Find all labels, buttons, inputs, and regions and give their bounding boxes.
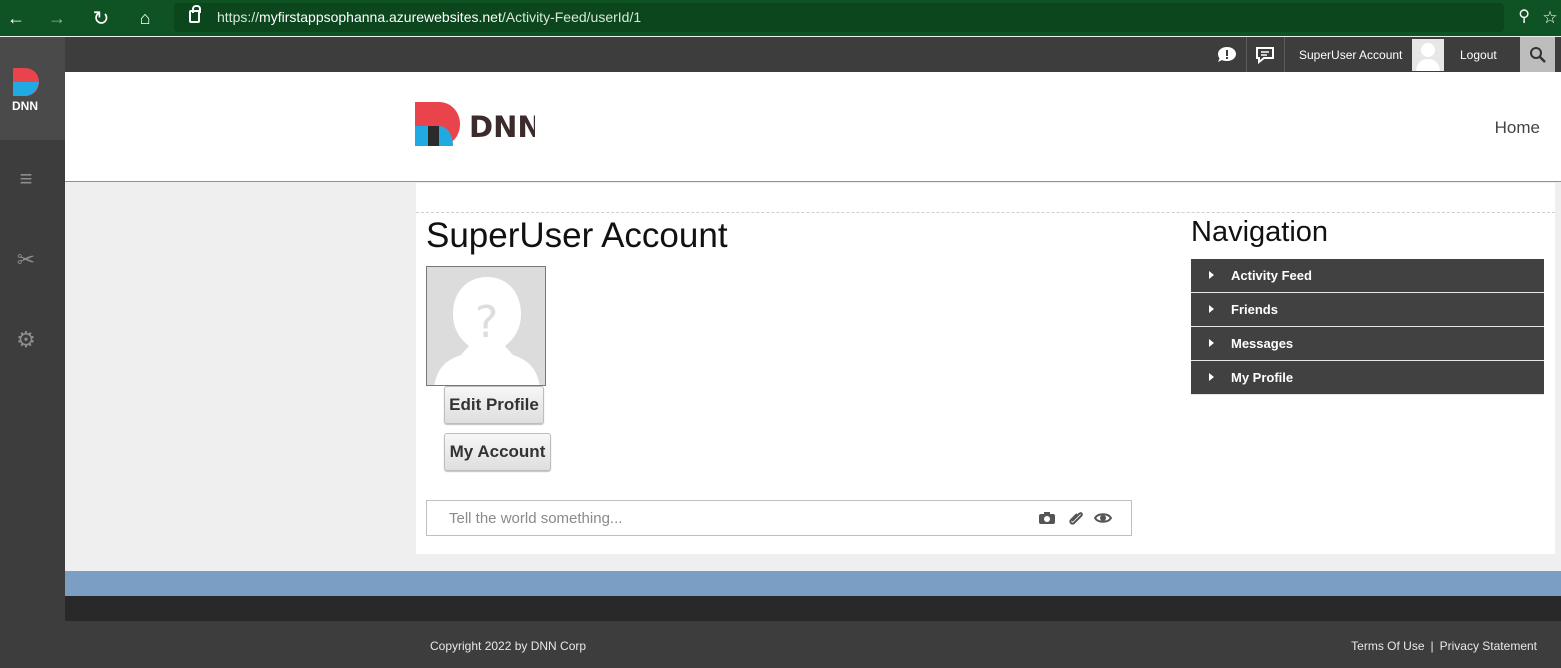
back-arrow-icon[interactable]: ←: [4, 6, 28, 30]
messages-icon[interactable]: [1253, 37, 1277, 72]
tools-icon[interactable]: ✂: [14, 248, 38, 272]
site-header: DNN Home: [65, 72, 1561, 182]
site-info-icon[interactable]: ⚲: [1518, 6, 1530, 26]
caret-right-icon: [1209, 271, 1214, 279]
caret-right-icon: [1209, 339, 1214, 347]
user-top-bar: SuperUser Account Logout: [65, 37, 1561, 72]
footer-links: Terms Of Use | Privacy Statement: [1348, 639, 1540, 653]
forward-arrow-icon[interactable]: →: [45, 6, 69, 30]
logout-link[interactable]: Logout: [1460, 37, 1497, 72]
footer-separator: |: [1430, 639, 1434, 653]
user-avatar[interactable]: [1412, 37, 1444, 72]
address-bar[interactable]: https://myfirstappsophanna.azurewebsites…: [174, 3, 1530, 32]
profile-content-panel: SuperUser Account ? Edit Profile My Acco…: [416, 183, 1555, 554]
content-icon[interactable]: ≡: [14, 167, 38, 191]
my-account-button[interactable]: My Account: [444, 433, 551, 471]
privacy-link[interactable]: Privacy Statement: [1440, 639, 1537, 653]
svg-text:?: ?: [475, 297, 498, 348]
navigation-title: Navigation: [1191, 216, 1329, 248]
home-icon[interactable]: ⌂: [133, 6, 157, 30]
browser-toolbar: ← → ↻ ⌂ https://myfirstappsophanna.azure…: [0, 0, 1561, 36]
user-account-link[interactable]: SuperUser Account: [1299, 37, 1402, 72]
site-footer: Copyright 2022 by DNN Corp Terms Of Use |…: [65, 621, 1561, 668]
nav-item-my-profile[interactable]: My Profile: [1191, 361, 1544, 395]
terms-link[interactable]: Terms Of Use: [1351, 639, 1424, 653]
post-placeholder: Tell the world something...: [449, 510, 623, 527]
copyright-text: Copyright 2022 by DNN Corp: [430, 639, 587, 653]
search-icon[interactable]: [1520, 37, 1555, 72]
edit-profile-button[interactable]: Edit Profile: [444, 386, 544, 424]
lock-icon[interactable]: [189, 5, 201, 23]
home-link[interactable]: Home: [1495, 118, 1540, 138]
notifications-icon[interactable]: [1217, 37, 1237, 72]
navigation-menu: Activity Feed Friends Messages My Profil…: [1191, 259, 1544, 395]
caret-right-icon: [1209, 305, 1214, 313]
nav-item-friends[interactable]: Friends: [1191, 293, 1544, 327]
footer-dark-band: [65, 596, 1561, 621]
status-post-input[interactable]: Tell the world something...: [426, 500, 1132, 536]
nav-item-activity-feed[interactable]: Activity Feed: [1191, 259, 1544, 293]
attachment-icon[interactable]: [1067, 510, 1085, 526]
favorite-icon[interactable]: ☆: [1538, 6, 1561, 30]
svg-text:DNN: DNN: [12, 99, 38, 113]
profile-avatar: ?: [426, 266, 546, 386]
page-title: SuperUser Account: [426, 216, 728, 255]
svg-text:DNN: DNN: [469, 110, 535, 144]
dnn-logo[interactable]: DNN: [415, 102, 542, 147]
url-text[interactable]: https://myfirstappsophanna.azurewebsites…: [217, 9, 641, 25]
dashed-divider: [416, 212, 1555, 213]
persona-bar: DNN ≡ ✂ ⚙: [0, 37, 65, 668]
camera-icon[interactable]: [1038, 510, 1056, 526]
nav-item-messages[interactable]: Messages: [1191, 327, 1544, 361]
caret-right-icon: [1209, 373, 1214, 381]
dnn-sidebar-logo[interactable]: DNN: [0, 37, 65, 140]
reload-icon[interactable]: ↻: [89, 6, 113, 30]
visibility-icon[interactable]: [1094, 510, 1112, 526]
footer-accent-bar: [65, 571, 1561, 596]
settings-icon[interactable]: ⚙: [14, 328, 38, 352]
